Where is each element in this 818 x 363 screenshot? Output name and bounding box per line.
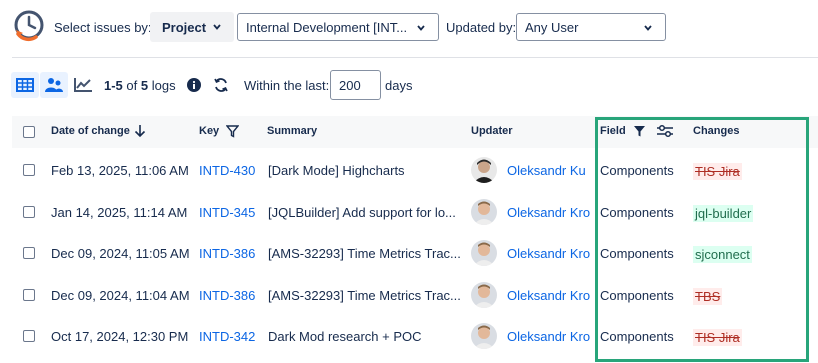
filter-icon[interactable]	[225, 125, 240, 143]
project-select-value: Internal Development [INT...	[246, 19, 408, 35]
row-key-link[interactable]: INTD-342	[199, 329, 255, 344]
avatar	[471, 157, 497, 183]
row-summary: Dark Mod research + POC	[268, 329, 422, 344]
column-field: Field	[600, 125, 626, 137]
row-date: Feb 13, 2025, 11:06 AM	[51, 163, 189, 178]
avatar	[471, 199, 497, 225]
avatar	[471, 323, 497, 349]
highlight-box	[595, 117, 809, 362]
count-of: of	[126, 78, 138, 93]
table-view-button[interactable]	[11, 72, 39, 98]
users-view-icon	[45, 78, 63, 92]
count-range: 1-5	[104, 78, 123, 93]
row-date: Dec 09, 2024, 11:04 AM	[51, 288, 190, 303]
row-field: Components	[600, 246, 674, 261]
row-updater-link[interactable]: Oleksandr Ku	[507, 163, 586, 178]
row-summary: [Dark Mode] Highcharts	[268, 163, 405, 178]
chart-view-button[interactable]	[69, 72, 97, 98]
row-summary: [AMS-32293] Time Metrics Trac...	[268, 288, 461, 303]
change-added-badge: sjconnect	[693, 246, 752, 263]
sliders-icon[interactable]	[656, 124, 674, 143]
row-key-link[interactable]: INTD-386	[199, 288, 255, 303]
chevron-down-icon	[644, 25, 652, 31]
select-all-checkbox[interactable]	[23, 126, 35, 138]
history-icon	[12, 6, 46, 48]
chevron-down-icon	[417, 25, 425, 31]
column-key[interactable]: Key	[199, 125, 219, 137]
filter-icon[interactable]	[633, 125, 646, 143]
header-divider	[12, 57, 818, 58]
column-summary: Summary	[267, 125, 318, 137]
row-checkbox[interactable]	[23, 206, 35, 218]
count-suffix: logs	[151, 78, 176, 93]
project-select[interactable]: Internal Development [INT...	[237, 13, 439, 41]
row-updater-link[interactable]: Oleksandr Kro	[507, 246, 590, 261]
sort-down-icon[interactable]	[134, 124, 146, 143]
row-key-link[interactable]: INTD-386	[199, 246, 255, 261]
refresh-icon[interactable]	[213, 77, 229, 98]
within-days-input[interactable]	[330, 70, 381, 100]
row-key-link[interactable]: INTD-430	[199, 163, 255, 178]
row-date: Jan 14, 2025, 11:14 AM	[51, 205, 188, 220]
row-updater-link[interactable]: Oleksandr Kro	[507, 329, 590, 344]
row-updater-link[interactable]: Oleksandr Kro	[507, 205, 590, 220]
row-checkbox[interactable]	[23, 247, 35, 259]
column-date[interactable]: Date of change	[51, 125, 130, 137]
updated-by-value: Any User	[525, 19, 579, 35]
row-summary: [AMS-32293] Time Metrics Trac...	[268, 246, 461, 261]
chart-view-icon	[74, 78, 92, 92]
days-label: days	[385, 78, 413, 93]
row-date: Oct 17, 2024, 12:30 PM	[51, 329, 189, 344]
row-checkbox[interactable]	[23, 289, 35, 301]
row-field: Components	[600, 205, 674, 220]
change-removed-badge: TBS	[693, 288, 723, 305]
avatar	[471, 240, 497, 266]
row-field: Components	[600, 329, 674, 344]
info-icon[interactable]	[187, 78, 201, 97]
project-button-label: Project	[162, 19, 207, 35]
select-issues-label: Select issues by:	[54, 20, 152, 35]
row-date: Dec 09, 2024, 11:05 AM	[51, 246, 190, 261]
table-view-icon	[16, 78, 34, 92]
updated-by-label: Updated by:	[446, 20, 517, 35]
updated-by-select[interactable]: Any User	[516, 13, 666, 41]
change-removed-badge: TIS Jira	[693, 329, 742, 346]
column-changes: Changes	[693, 125, 740, 137]
within-label: Within the last:	[244, 78, 330, 93]
row-updater-link[interactable]: Oleksandr Kro	[507, 288, 590, 303]
avatar	[471, 282, 497, 308]
row-checkbox[interactable]	[23, 164, 35, 176]
row-summary: [JQLBuilder] Add support for lo...	[268, 205, 456, 220]
column-updater: Updater	[471, 125, 513, 137]
row-field: Components	[600, 288, 674, 303]
row-field: Components	[600, 163, 674, 178]
change-added-badge: jql-builder	[693, 205, 754, 222]
project-button[interactable]: Project	[150, 12, 234, 42]
users-view-button[interactable]	[40, 72, 68, 98]
count-total: 5	[140, 78, 149, 93]
change-removed-badge: TIS Jira	[693, 163, 742, 180]
chevron-down-icon	[213, 24, 221, 30]
row-checkbox[interactable]	[23, 330, 35, 342]
log-count: 1-5 of 5 logs	[104, 78, 176, 93]
row-key-link[interactable]: INTD-345	[199, 205, 255, 220]
